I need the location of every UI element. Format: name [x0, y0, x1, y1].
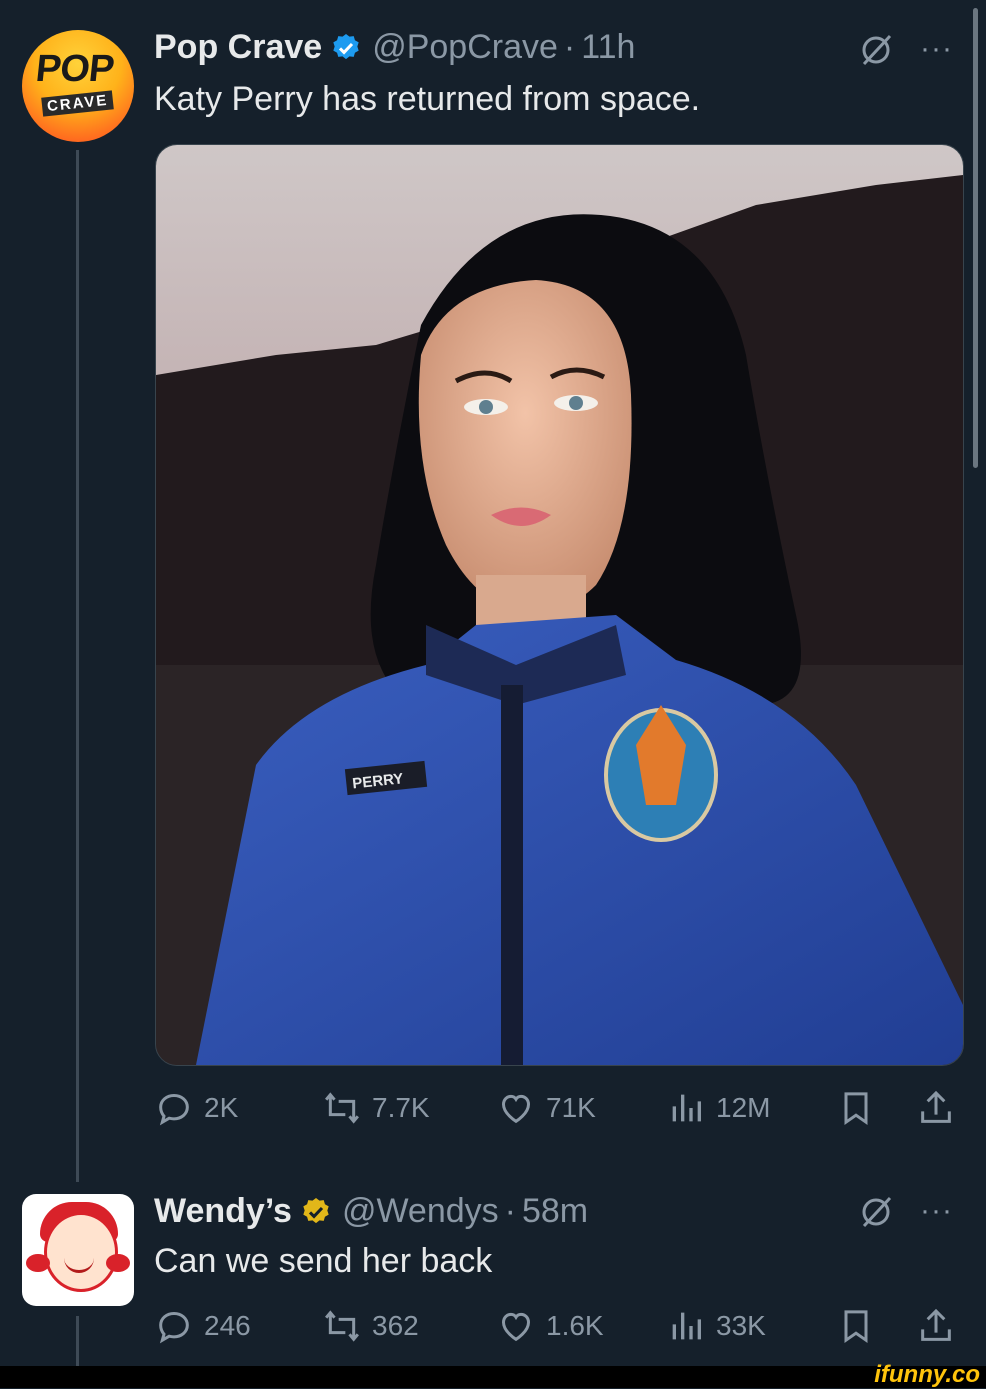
bookmark-icon	[844, 1310, 868, 1344]
avatar-logo-word: POP	[33, 48, 116, 90]
like-icon	[501, 1312, 531, 1342]
separator: ·	[563, 28, 576, 66]
reply-icon	[159, 1093, 189, 1126]
views-count: 12M	[716, 1092, 771, 1123]
tweet-actions: 246 362 1.6K 33K	[154, 1306, 962, 1350]
share-button[interactable]	[916, 1088, 966, 1128]
avatar-pop-crave[interactable]: POP CRAVE	[22, 30, 134, 142]
more-icon[interactable]: ···	[920, 34, 953, 64]
repost-icon	[325, 1310, 359, 1342]
share-button[interactable]	[916, 1306, 966, 1346]
verified-badge-icon	[303, 1197, 329, 1223]
avatar-braid-left	[26, 1254, 50, 1272]
tweet-text: Katy Perry has returned from space.	[154, 80, 701, 118]
avatar-braid-right	[106, 1254, 130, 1272]
handle[interactable]: @Wendys	[342, 1192, 499, 1231]
timestamp[interactable]: 58m	[522, 1192, 588, 1231]
views-button[interactable]: 12M	[666, 1088, 770, 1128]
views-icon	[672, 1094, 701, 1122]
thread-line-top	[76, 150, 79, 1182]
verified-badge-icon	[333, 33, 359, 59]
repost-button[interactable]: 7.7K	[322, 1088, 430, 1128]
bookmark-button[interactable]	[836, 1088, 886, 1128]
avatar-wendys[interactable]	[22, 1194, 134, 1306]
thread-line-bottom	[76, 1316, 79, 1366]
watermark-logo: ifunny.co	[874, 1361, 980, 1388]
reply-button[interactable]: 246	[154, 1306, 251, 1346]
share-icon	[921, 1308, 951, 1341]
scrollbar[interactable]	[973, 8, 978, 468]
tweet-photo[interactable]: PERRY	[155, 144, 964, 1066]
watermark-bar	[0, 1366, 986, 1388]
handle[interactable]: @PopCrave	[372, 28, 558, 67]
display-name[interactable]: Wendy’s	[154, 1192, 292, 1231]
repost-count: 362	[372, 1310, 419, 1341]
like-icon	[501, 1094, 531, 1124]
separator: ·	[504, 1192, 516, 1230]
reply-count: 246	[204, 1310, 251, 1341]
views-icon	[672, 1312, 701, 1340]
bookmark-icon	[844, 1092, 868, 1126]
repost-button[interactable]: 362	[322, 1306, 419, 1346]
timestamp[interactable]: 11h	[581, 28, 635, 67]
display-name[interactable]: Pop Crave	[154, 28, 322, 67]
reply-count: 2K	[204, 1092, 239, 1123]
share-icon	[921, 1090, 951, 1123]
avatar-face	[44, 1212, 118, 1292]
grok-icon[interactable]	[858, 1194, 894, 1230]
tweet-header: Pop Crave @PopCrave · 11h	[154, 28, 635, 67]
reply-button[interactable]: 2K	[154, 1088, 238, 1128]
repost-icon	[325, 1092, 359, 1124]
tweet-text: Can we send her back	[154, 1242, 493, 1280]
views-button[interactable]: 33K	[666, 1306, 766, 1346]
like-button[interactable]: 1.6K	[496, 1306, 604, 1346]
avatar-logo-subword: CRAVE	[41, 90, 115, 117]
reply-icon	[159, 1311, 189, 1344]
like-button[interactable]: 71K	[496, 1088, 596, 1128]
like-count: 71K	[546, 1092, 596, 1123]
tweet-header: Wendy’s @Wendys · 58m	[154, 1192, 588, 1231]
tweet-actions: 2K 7.7K 71K 12M	[154, 1088, 962, 1132]
more-icon[interactable]: ···	[920, 1196, 953, 1226]
repost-count: 7.7K	[372, 1092, 430, 1123]
like-count: 1.6K	[546, 1310, 604, 1341]
grok-icon[interactable]	[858, 32, 894, 68]
views-count: 33K	[716, 1310, 766, 1341]
bookmark-button[interactable]	[836, 1306, 886, 1346]
